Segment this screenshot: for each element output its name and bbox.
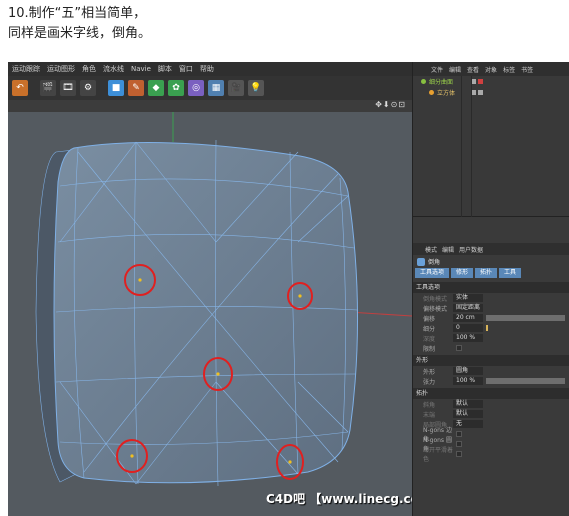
subtab-tool[interactable]: 工具	[499, 268, 522, 278]
cube-object-icon	[429, 90, 434, 95]
3d-viewport[interactable]: ✥⬇⊙⊡	[8, 100, 412, 516]
row-offset-mode[interactable]: 偏移模式 固定距离	[413, 303, 569, 313]
object-row-subdivision[interactable]: 细分曲面	[413, 76, 569, 87]
menu-item-navie[interactable]: Navie	[131, 65, 151, 73]
section-topology: 拓扑	[413, 388, 569, 399]
object-manager: 文件 编辑 查看 对象 标签 书签 细分曲面 立方体	[413, 62, 569, 217]
render-picture-icon[interactable]: 🎞	[60, 80, 76, 96]
break-phong-checkbox[interactable]	[456, 451, 462, 457]
menu-item-script[interactable]: 脚本	[158, 64, 172, 74]
tool-name: 倒角	[428, 259, 441, 266]
shape-select[interactable]: 圆角	[453, 367, 483, 375]
undo-icon[interactable]: ↶	[12, 80, 28, 96]
cinema4d-window: 运动跟踪 运动图形 角色 流水线 Navie 脚本 窗口 帮助 ↶ 🎬 🎞 ⚙ …	[8, 62, 569, 516]
om-column-divider	[461, 76, 462, 217]
row-subdivision[interactable]: 细分 0	[413, 323, 569, 333]
caption-line-2: 同样是画米字线，倒角。	[8, 26, 152, 41]
right-panel: 文件 编辑 查看 对象 标签 书签 细分曲面 立方体 模式 编辑 用户数据 倒角…	[412, 62, 569, 516]
row-limit[interactable]: 限制	[413, 343, 569, 353]
ngons-corner-checkbox[interactable]	[456, 431, 462, 437]
object-row-cube[interactable]: 立方体	[413, 87, 569, 98]
mesh-view	[35, 112, 412, 487]
caption-line-1: 10.制作“五”相当简单，	[8, 6, 147, 21]
end-select[interactable]: 默认	[453, 410, 483, 418]
object-manager-tabs: 文件 编辑 查看 对象 标签 书签	[413, 62, 569, 76]
om-tab-edit[interactable]: 编辑	[449, 65, 461, 74]
subtab-topology[interactable]: 拓扑	[475, 268, 498, 278]
om-tab-view[interactable]: 查看	[467, 65, 479, 74]
render-settings-icon[interactable]: ⚙	[80, 80, 96, 96]
camera-icon[interactable]: 🎥	[228, 80, 244, 96]
cube-icon[interactable]: ■	[108, 80, 124, 96]
om-tab-file[interactable]: 文件	[431, 65, 443, 74]
partial-rounding-select[interactable]: 无	[453, 420, 483, 428]
viewport-header: ✥⬇⊙⊡	[8, 100, 412, 112]
menu-item-mograph[interactable]: 运动图形	[47, 64, 75, 74]
light-icon[interactable]: 💡	[248, 80, 264, 96]
menu-item-pipeline[interactable]: 流水线	[103, 64, 124, 74]
offset-mode-select[interactable]: 固定距离	[453, 304, 484, 312]
am-tab-edit[interactable]: 编辑	[442, 245, 454, 254]
limit-checkbox[interactable]	[456, 345, 462, 351]
array-icon[interactable]: ✿	[168, 80, 184, 96]
om-column-divider	[471, 76, 472, 217]
viewport-nav-icons[interactable]: ✥⬇⊙⊡	[375, 100, 406, 109]
bevel-mode-select[interactable]: 实体	[453, 294, 483, 302]
tension-slider[interactable]	[486, 378, 565, 384]
menu-item-help[interactable]: 帮助	[200, 64, 214, 74]
subtab-shape[interactable]: 修形	[451, 268, 474, 278]
row-miter[interactable]: 斜角 默认	[413, 399, 569, 409]
attribute-manager-tabs: 模式 编辑 用户数据	[413, 243, 569, 255]
attribute-manager: 模式 编辑 用户数据 倒角 工具选项 修形 拓扑 工具 工具选项 倒角模式 实体…	[413, 243, 569, 463]
row-break-phong[interactable]: 断开平滑着色	[413, 447, 569, 463]
object-flags	[471, 90, 483, 95]
deformer-icon[interactable]: ◎	[188, 80, 204, 96]
om-tab-object[interactable]: 对象	[485, 65, 497, 74]
menu-bar: 运动跟踪 运动图形 角色 流水线 Navie 脚本 窗口 帮助	[8, 62, 412, 76]
subtab-tool-options[interactable]: 工具选项	[415, 268, 450, 278]
am-tab-user-data[interactable]: 用户数据	[459, 245, 483, 254]
object-name: 立方体	[437, 90, 456, 97]
render-view-icon[interactable]: 🎬	[40, 80, 56, 96]
offset-field[interactable]: 20 cm	[453, 314, 483, 322]
om-tab-tags[interactable]: 标签	[503, 65, 515, 74]
subdivision-object-icon	[421, 79, 426, 84]
toolbar: ↶ 🎬 🎞 ⚙ ■ ✎ ◆ ✿ ◎ ▦ 🎥 💡	[8, 76, 412, 100]
section-tool-options: 工具选项	[413, 282, 569, 293]
am-tab-mode[interactable]: 模式	[425, 245, 437, 254]
menu-item-window[interactable]: 窗口	[179, 64, 193, 74]
subdivision-icon[interactable]: ◆	[148, 80, 164, 96]
row-end[interactable]: 末端 默认	[413, 409, 569, 419]
om-tab-bookmarks[interactable]: 书签	[521, 65, 533, 74]
menu-item-motion-tracking[interactable]: 运动跟踪	[12, 64, 40, 74]
tool-title: 倒角	[413, 255, 569, 268]
tool-subtabs: 工具选项 修形 拓扑 工具	[413, 268, 569, 280]
row-shape[interactable]: 外形 圆角	[413, 366, 569, 376]
row-offset[interactable]: 偏移 20 cm	[413, 313, 569, 323]
subdivision-field[interactable]: 0	[453, 324, 483, 332]
tension-field[interactable]: 100 %	[453, 377, 483, 385]
depth-field[interactable]: 100 %	[453, 334, 483, 342]
object-flags	[471, 79, 483, 84]
row-tension[interactable]: 张力 100 %	[413, 376, 569, 386]
miter-select[interactable]: 默认	[453, 400, 483, 408]
ngons-rounding-checkbox[interactable]	[456, 441, 462, 447]
subdivision-slider[interactable]	[486, 325, 488, 331]
object-name: 细分曲面	[429, 79, 454, 86]
pen-icon[interactable]: ✎	[128, 80, 144, 96]
menu-item-character[interactable]: 角色	[82, 64, 96, 74]
bevel-tool-icon	[417, 257, 425, 266]
offset-slider[interactable]	[486, 315, 565, 321]
floor-icon[interactable]: ▦	[208, 80, 224, 96]
section-shape: 外形	[413, 355, 569, 366]
row-bevel-mode[interactable]: 倒角模式 实体	[413, 293, 569, 303]
row-depth[interactable]: 深度 100 %	[413, 333, 569, 343]
